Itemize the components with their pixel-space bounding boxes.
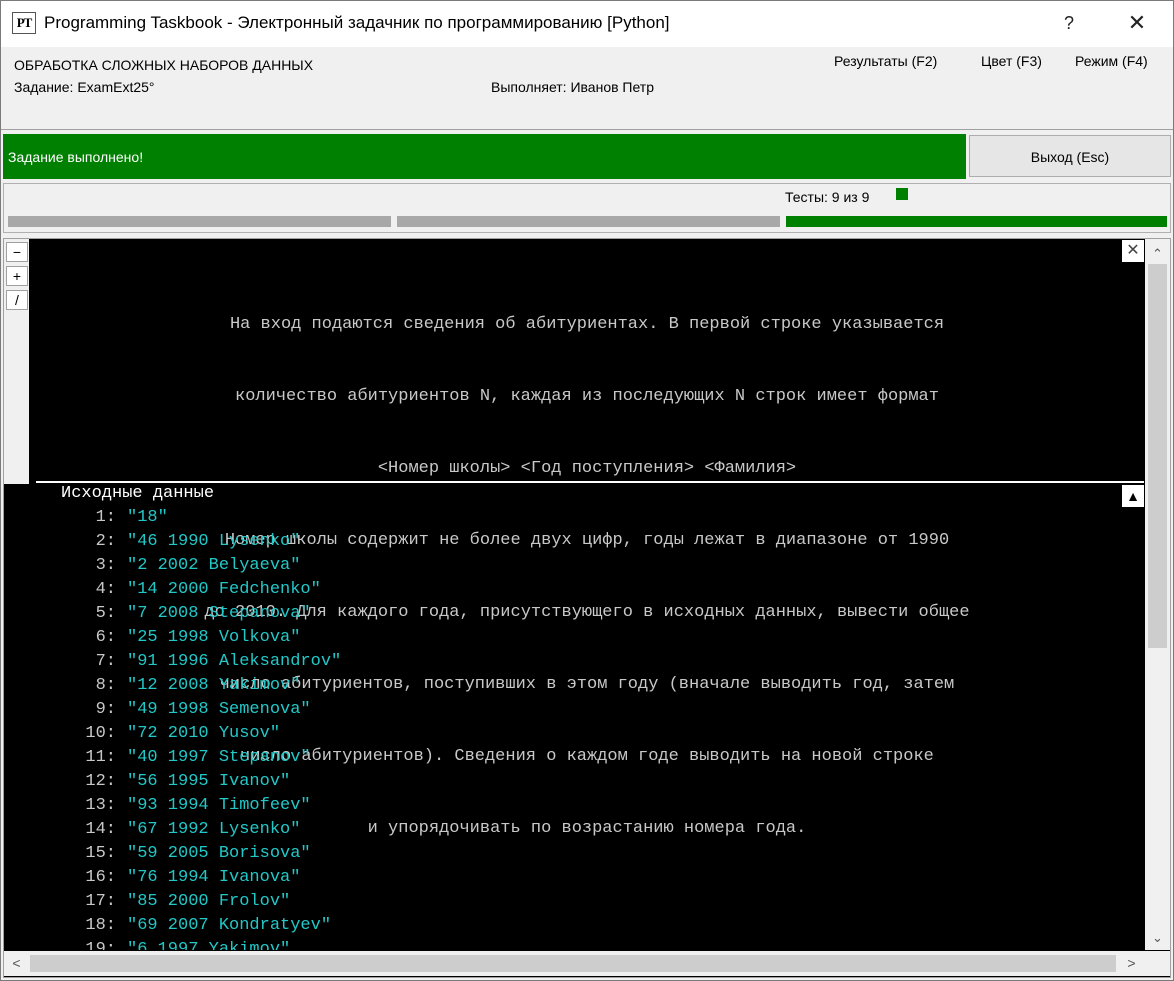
row-number: 15: (85, 844, 116, 863)
row-value: "59 2005 Borisova" (127, 844, 311, 863)
row-number: 7: (95, 652, 116, 671)
progress-segment-3 (786, 216, 1167, 227)
row-number: 19: (85, 940, 116, 950)
toggle-mode-button[interactable]: / (6, 290, 28, 310)
data-row: 12: "56 1995 Ivanov" (60, 770, 1120, 794)
row-number: 11: (85, 748, 116, 767)
performer-name: Выполняет: Иванов Петр (491, 79, 655, 95)
row-number: 9: (95, 700, 116, 719)
row-value: "25 1998 Volkova" (127, 628, 301, 647)
row-number: 14: (85, 820, 116, 839)
app-logo-icon: PT (12, 12, 36, 34)
row-value: "2 2002 Belyaeva" (127, 556, 301, 575)
row-value: "91 1996 Aleksandrov" (127, 652, 342, 671)
decrease-font-button[interactable]: − (6, 242, 28, 262)
data-row: 10: "72 2010 Yusov" (60, 722, 1120, 746)
row-number: 12: (85, 772, 116, 791)
row-value: "40 1997 Stepanov" (127, 748, 311, 767)
data-row: 17: "85 2000 Frolov" (60, 890, 1120, 914)
data-row: 6: "25 1998 Volkova" (60, 626, 1120, 650)
close-description-icon[interactable]: ✕ (1122, 240, 1144, 262)
data-row: 8: "12 2008 Yakimov" (60, 674, 1120, 698)
data-row: 11: "40 1997 Stepanov" (60, 746, 1120, 770)
row-number: 13: (85, 796, 116, 815)
data-row: 9: "49 1998 Semenova" (60, 698, 1120, 722)
data-row: 16: "76 1994 Ivanova" (60, 866, 1120, 890)
mode-menu-button[interactable]: Режим (F4) (1075, 53, 1148, 69)
status-message: Задание выполнено! (8, 149, 144, 165)
data-row: 5: "7 2008 Stepanova" (60, 602, 1120, 626)
row-value: "46 1990 Lysenko" (127, 532, 301, 551)
row-number: 8: (95, 676, 116, 695)
status-bar (3, 134, 966, 179)
scrollbar-corner (1145, 951, 1170, 976)
row-value: "12 2008 Yakimov" (127, 676, 301, 695)
row-number: 17: (85, 892, 116, 911)
data-row: 7: "91 1996 Aleksandrov" (60, 650, 1120, 674)
data-row: 13: "93 1994 Timofeev" (60, 794, 1120, 818)
row-value: "18" (127, 508, 168, 527)
row-number: 6: (95, 628, 116, 647)
tests-counter: Тесты: 9 из 9 (785, 189, 870, 205)
task-name: Задание: ExamExt25° (14, 79, 155, 95)
horizontal-scroll-thumb[interactable] (30, 955, 1116, 972)
vertical-scroll-thumb[interactable] (1148, 264, 1167, 648)
row-number: 5: (95, 604, 116, 623)
row-value: "76 1994 Ivanova" (127, 868, 301, 887)
row-value: "69 2007 Kondratyev" (127, 916, 332, 935)
tests-status-indicator (896, 188, 908, 200)
data-row: 19: "6 1997 Yakimov" (60, 938, 1120, 950)
results-menu-button[interactable]: Результаты (F2) (834, 53, 937, 69)
exit-button[interactable]: Выход (Esc) (969, 135, 1171, 177)
description-line: количество абитуриентов N, каждая из пос… (235, 387, 939, 406)
data-row: 4: "14 2000 Fedchenko" (60, 578, 1120, 602)
data-row: 15: "59 2005 Borisova" (60, 842, 1120, 866)
row-number: 2: (95, 532, 116, 551)
row-value: "72 2010 Yusov" (127, 724, 281, 743)
window-close-button[interactable]: ✕ (1104, 2, 1170, 44)
row-value: "85 2000 Frolov" (127, 892, 291, 911)
data-row: 3: "2 2002 Belyaeva" (60, 554, 1120, 578)
color-menu-button[interactable]: Цвет (F3) (981, 53, 1042, 69)
row-value: "93 1994 Timofeev" (127, 796, 311, 815)
data-scroll-up-icon[interactable]: ▲ (1122, 485, 1144, 507)
data-row: 14: "67 1992 Lysenko" (60, 818, 1120, 842)
row-value: "67 1992 Lysenko" (127, 820, 301, 839)
row-number: 10: (85, 724, 116, 743)
scroll-right-arrow-icon[interactable]: > (1119, 951, 1144, 976)
description-line: <Номер школы> <Год поступления> <Фамилия… (377, 459, 797, 478)
row-number: 18: (85, 916, 116, 935)
scroll-down-arrow-icon[interactable]: ⌄ (1145, 926, 1170, 950)
data-row: 2: "46 1990 Lysenko" (60, 530, 1120, 554)
progress-segment-2 (397, 216, 780, 227)
row-value: "7 2008 Stepanova" (127, 604, 311, 623)
row-number: 4: (95, 580, 116, 599)
row-number: 16: (85, 868, 116, 887)
help-button[interactable]: ? (1050, 4, 1088, 42)
data-row: 1: "18" (60, 506, 1120, 530)
window-title: Programming Taskbook - Электронный задач… (44, 13, 670, 32)
row-value: "49 1998 Semenova" (127, 700, 311, 719)
description-line: На вход подаются сведения об абитуриента… (229, 315, 945, 334)
increase-font-button[interactable]: + (6, 266, 28, 286)
input-data-list: 1: "18" 2: "46 1990 Lysenko" 3: "2 2002 Bel… (60, 506, 1120, 950)
row-number: 3: (95, 556, 116, 575)
row-value: "14 2000 Fedchenko" (127, 580, 321, 599)
section-title: ОБРАБОТКА СЛОЖНЫХ НАБОРОВ ДАННЫХ (14, 57, 314, 73)
row-value: "56 1995 Ivanov" (127, 772, 291, 791)
row-value: "6 1997 Yakimov" (127, 940, 291, 950)
input-data-header: Исходные данные (61, 484, 215, 503)
scroll-left-arrow-icon[interactable]: < (4, 951, 29, 976)
data-row: 18: "69 2007 Kondratyev" (60, 914, 1120, 938)
row-number: 1: (95, 508, 116, 527)
progress-segment-1 (8, 216, 391, 227)
scroll-up-arrow-icon[interactable]: ⌃ (1145, 242, 1170, 266)
